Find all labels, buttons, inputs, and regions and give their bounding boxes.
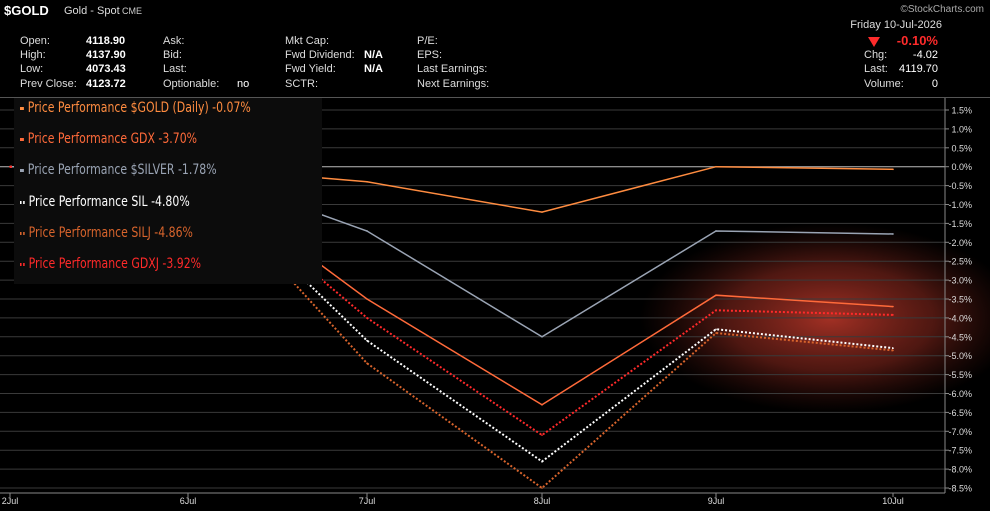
- x-tick-label: 10Jul: [882, 496, 904, 506]
- y-tick-label: -2.5%: [948, 257, 972, 267]
- y-tick-label: -6.0%: [948, 389, 972, 399]
- data-point-gdx: [715, 294, 717, 297]
- data-point-gold: [366, 181, 368, 183]
- data-point-sil: [366, 339, 368, 342]
- legend-swatch-gdx: [20, 137, 24, 141]
- legend-swatch-sil: [20, 200, 22, 204]
- data-point-gdx: [366, 298, 368, 300]
- data-point-silj: [715, 332, 717, 334]
- y-tick-label: -1.0%: [948, 200, 972, 210]
- x-tick-label: 7Jul: [359, 496, 376, 506]
- y-tick-label: 1.5%: [951, 106, 972, 116]
- legend-label-silj: Price Performance SILJ -4.86%: [28, 225, 193, 241]
- data-point-silver: [366, 230, 368, 232]
- legend-label-silver: Price Performance $SILVER -1.78%: [27, 162, 217, 178]
- data-point-gdxj: [541, 434, 543, 436]
- data-point-gdx: [541, 404, 543, 406]
- x-tick-label: 6Jul: [180, 496, 197, 506]
- data-point-gdxj: [9, 165, 11, 168]
- legend-swatch-gdxj: [20, 262, 22, 266]
- chart-legend: Price Performance $GOLD (Daily) -0.07% P…: [14, 98, 322, 284]
- y-tick-label: -5.5%: [948, 370, 972, 380]
- y-tick-label: -5.0%: [948, 351, 972, 361]
- legend-item-gdx[interactable]: Price Performance GDX -3.70%: [20, 131, 197, 147]
- data-point-silj: [366, 362, 368, 365]
- legend-item-gold[interactable]: Price Performance $GOLD (Daily) -0.07%: [20, 100, 251, 116]
- data-point-silver: [541, 336, 543, 338]
- legend-swatch-silver: [20, 168, 24, 172]
- legend-label-gold: Price Performance $GOLD (Daily) -0.07%: [27, 100, 251, 116]
- x-tick-label: 9Jul: [708, 496, 725, 506]
- y-tick-label: -8.0%: [948, 465, 972, 475]
- y-tick-label: 0.5%: [951, 143, 972, 153]
- y-tick-label: -7.0%: [948, 427, 972, 437]
- legend-swatch-silj: [20, 231, 22, 235]
- legend-item-silj[interactable]: Price Performance SILJ -4.86%: [20, 225, 193, 241]
- data-point-gdxj: [715, 309, 717, 312]
- data-point-sil: [541, 460, 543, 463]
- data-point-sil: [892, 347, 894, 349]
- data-point-sil: [715, 328, 717, 331]
- legend-label-sil: Price Performance SIL -4.80%: [28, 194, 190, 210]
- x-tick-label: 8Jul: [534, 496, 551, 506]
- y-tick-label: 0.0%: [951, 162, 972, 172]
- x-tick-label: 2Jul: [2, 496, 19, 506]
- y-tick-label: -3.5%: [948, 295, 972, 305]
- y-tick-label: -1.5%: [948, 219, 972, 229]
- data-point-silver: [715, 230, 717, 232]
- y-tick-label: 1.0%: [951, 124, 972, 134]
- y-tick-label: -4.0%: [948, 313, 972, 323]
- legend-swatch-gold: [20, 106, 24, 110]
- data-point-gold: [892, 168, 894, 171]
- y-tick-label: -6.5%: [948, 408, 972, 418]
- legend-item-sil[interactable]: Price Performance SIL -4.80%: [20, 194, 190, 210]
- data-point-gdxj: [366, 317, 368, 319]
- y-tick-label: -7.5%: [948, 446, 972, 456]
- y-tick-label: -8.5%: [948, 484, 972, 494]
- y-tick-label: -4.5%: [948, 332, 972, 342]
- legend-label-gdxj: Price Performance GDXJ -3.92%: [28, 256, 202, 272]
- legend-item-silver[interactable]: Price Performance $SILVER -1.78%: [20, 162, 217, 178]
- legend-label-gdx: Price Performance GDX -3.70%: [27, 131, 198, 147]
- y-tick-label: -0.5%: [948, 181, 972, 191]
- legend-item-gdxj[interactable]: Price Performance GDXJ -3.92%: [20, 256, 201, 272]
- chart-window: { "header": { "symbol": "$GOLD", "name":…: [0, 0, 990, 511]
- data-point-silj: [892, 349, 894, 352]
- data-point-silj: [541, 487, 543, 489]
- data-point-gdxj: [892, 314, 894, 316]
- data-point-silver: [892, 233, 894, 235]
- y-tick-label: -2.0%: [948, 238, 972, 248]
- data-point-gold: [715, 165, 717, 168]
- y-tick-label: -3.0%: [948, 276, 972, 286]
- data-point-gdx: [892, 305, 894, 308]
- data-point-gold: [541, 211, 543, 213]
